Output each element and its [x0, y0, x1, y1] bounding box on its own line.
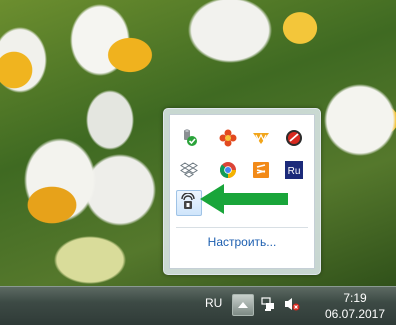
chrome-icon[interactable]: [219, 161, 237, 179]
chevron-up-icon: [238, 302, 248, 308]
sublime-text-icon[interactable]: [252, 161, 270, 179]
red-circle-app-icon[interactable]: [285, 129, 303, 147]
vpn-lock-icon[interactable]: [179, 192, 197, 211]
green-arrow-annotation: [200, 184, 288, 214]
popup-divider: [176, 227, 308, 228]
show-hidden-icons-button[interactable]: [232, 294, 254, 316]
clock-time: 7:19: [343, 291, 367, 305]
speaker-muted-icon[interactable]: [284, 296, 300, 312]
language-indicator[interactable]: RU: [205, 296, 222, 310]
clock-date: 06.07.2017: [324, 307, 386, 321]
svg-text:Ru: Ru: [288, 166, 301, 177]
flower-app-icon[interactable]: [219, 129, 237, 147]
winamp-icon[interactable]: [252, 129, 270, 147]
ru-app-icon[interactable]: Ru: [285, 161, 303, 179]
customize-link[interactable]: Настроить...: [170, 235, 314, 249]
network-icon[interactable]: [260, 296, 276, 312]
usb-safe-remove-icon[interactable]: [180, 129, 198, 147]
taskbar: RU 7:19 06.07.2017: [0, 286, 396, 325]
dropbox-icon[interactable]: [180, 161, 198, 179]
clock[interactable]: 7:19 06.07.2017: [318, 290, 392, 322]
